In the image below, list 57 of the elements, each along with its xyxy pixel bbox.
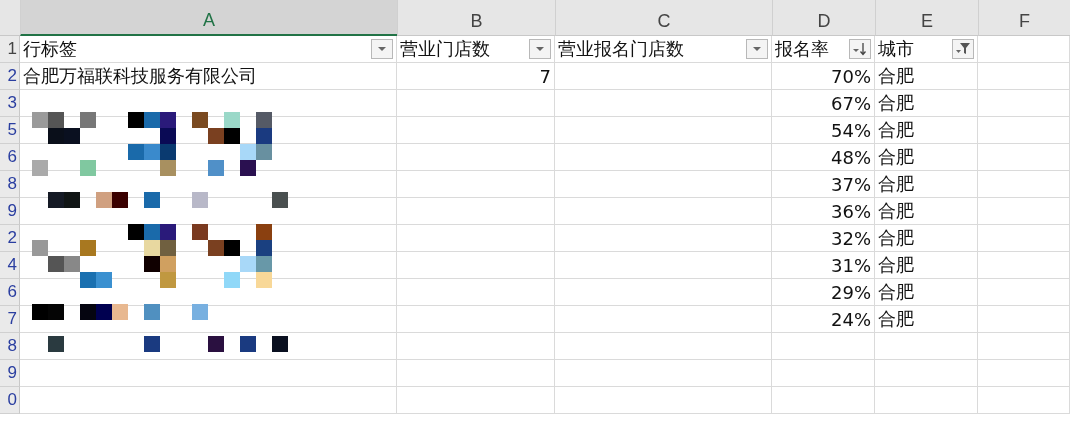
table-cell: 合肥 [875,90,978,117]
filter-button[interactable] [952,39,974,59]
table-cell: 48% [772,144,875,171]
table-cell: 70% [772,63,875,90]
row-number[interactable]: 5 [0,117,20,144]
caret-down-icon [535,46,545,52]
row-number[interactable]: 1 [0,36,20,63]
table-cell: 合肥 [875,225,978,252]
table-cell: 31% [772,252,875,279]
row-number[interactable]: 0 [0,387,20,414]
dropdown-button[interactable] [746,39,768,59]
sort-arrow-icon [852,42,868,56]
dropdown-button[interactable] [371,39,393,59]
column-header[interactable]: A [20,0,397,36]
table-cell: 合肥 [875,279,978,306]
table-cell: 合肥 [875,117,978,144]
header-cell: 营业门店数 [400,37,490,61]
table-cell: 7 [397,63,555,90]
header-cell: 行标签 [23,37,77,61]
table-cell: 29% [772,279,875,306]
table-cell: 37% [772,171,875,198]
row-number[interactable]: 2 [0,63,20,90]
row-number[interactable]: 3 [0,90,20,117]
column-header[interactable]: D [772,0,875,36]
caret-down-icon [752,46,762,52]
column-header[interactable]: E [875,0,978,36]
funnel-icon [955,42,971,56]
row-number[interactable]: 9 [0,198,20,225]
caret-down-icon [377,46,387,52]
table-cell: 32% [772,225,875,252]
table-cell: 67% [772,90,875,117]
dropdown-button[interactable] [529,39,551,59]
header-cell: 城市 [878,37,914,61]
row-number[interactable]: 2 [0,225,20,252]
column-header[interactable]: C [555,0,772,36]
header-cell: 报名率 [775,37,829,61]
row-number[interactable]: 6 [0,279,20,306]
row-number[interactable]: 7 [0,306,20,333]
row-number[interactable]: 8 [0,333,20,360]
table-cell: 合肥 [875,252,978,279]
table-cell: 合肥 [875,144,978,171]
row-number[interactable]: 8 [0,171,20,198]
row-number[interactable]: 9 [0,360,20,387]
table-cell: 合肥万福联科技服务有限公司 [20,63,397,90]
table-cell: 24% [772,306,875,333]
column-header[interactable]: F [978,0,1070,36]
table-cell: 合肥 [875,306,978,333]
column-header[interactable]: B [397,0,555,36]
header-cell: 营业报名门店数 [558,37,684,61]
table-cell: 合肥 [875,63,978,90]
table-cell: 合肥 [875,198,978,225]
row-number[interactable]: 4 [0,252,20,279]
sort-descending-button[interactable] [849,39,871,59]
table-cell: 合肥 [875,171,978,198]
row-number[interactable]: 6 [0,144,20,171]
table-cell: 36% [772,198,875,225]
table-cell: 54% [772,117,875,144]
